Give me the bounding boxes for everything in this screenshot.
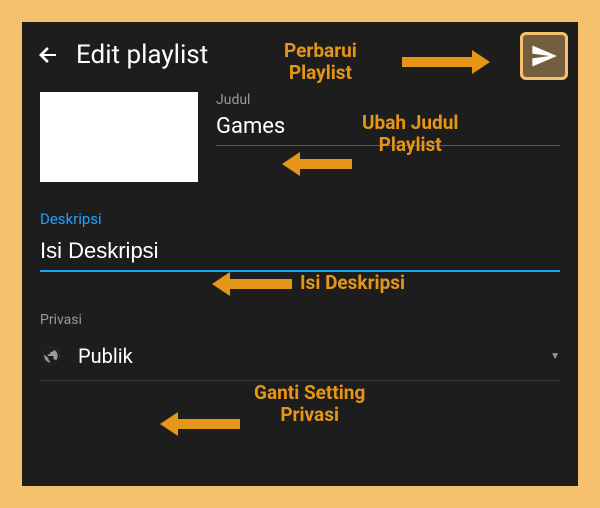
back-button[interactable] xyxy=(34,41,62,69)
annotation-change-privacy: Ganti Setting Privasi xyxy=(254,382,365,426)
chevron-down-icon: ▼ xyxy=(550,351,560,362)
playlist-thumbnail[interactable] xyxy=(40,92,198,182)
title-row: Judul Games xyxy=(22,84,578,182)
description-input[interactable] xyxy=(40,234,560,272)
globe-icon xyxy=(40,345,62,367)
title-field: Judul Games xyxy=(216,92,560,182)
privacy-value: Publik xyxy=(78,344,550,368)
annotation-arrow-privacy xyxy=(160,412,240,436)
submit-button[interactable] xyxy=(520,32,568,80)
privacy-section: Privasi Publik ▼ xyxy=(22,312,578,381)
privacy-selector[interactable]: Publik ▼ xyxy=(40,334,560,381)
annotation-arrow-desc xyxy=(212,272,292,296)
send-icon xyxy=(530,42,558,70)
privacy-label: Privasi xyxy=(40,312,560,328)
title-input[interactable]: Games xyxy=(216,114,560,146)
title-label: Judul xyxy=(216,92,560,108)
description-section: Deskripsi xyxy=(22,210,578,272)
annotation-fill-desc: Isi Deskripsi xyxy=(300,272,405,294)
page-title: Edit playlist xyxy=(76,40,208,70)
header: Edit playlist xyxy=(22,22,578,84)
arrow-left-icon xyxy=(36,43,60,67)
description-label: Deskripsi xyxy=(40,210,560,228)
edit-playlist-screen: Edit playlist Judul Games Deskripsi Priv… xyxy=(22,22,578,486)
